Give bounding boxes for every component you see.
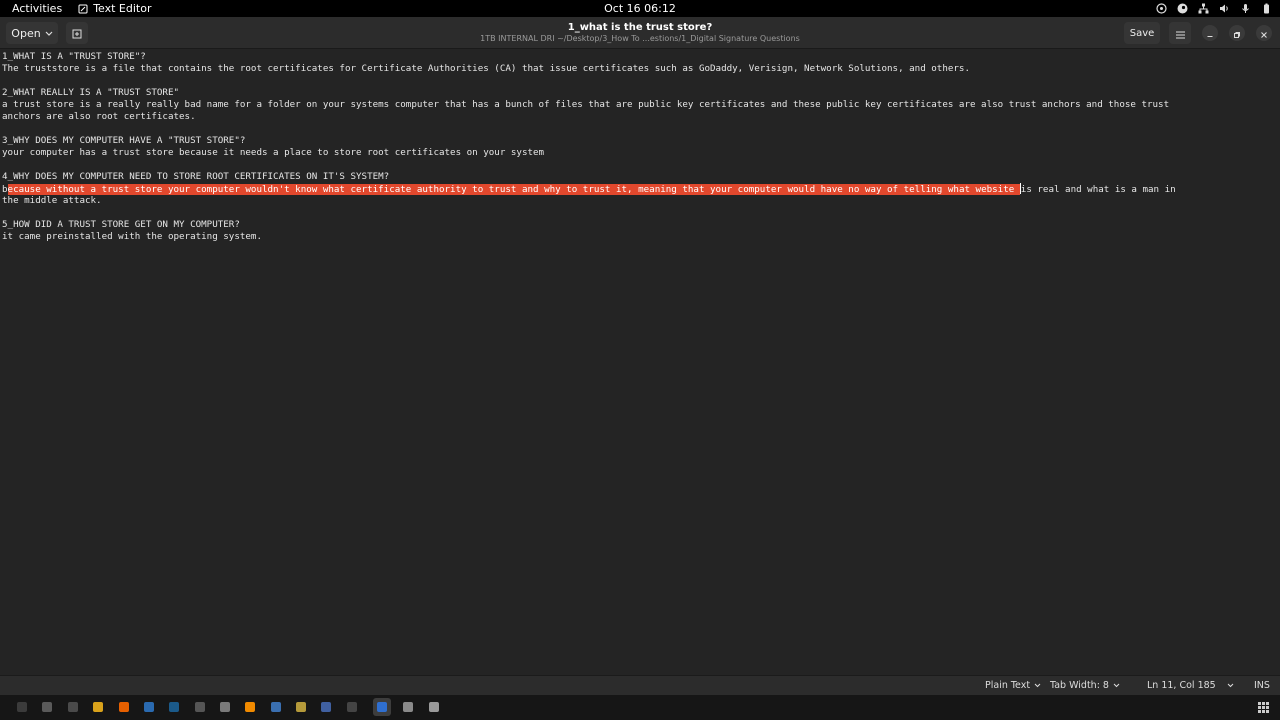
text-selection[interactable]: ecause without a trust store your comput… (7, 184, 1020, 195)
text-editor-icon (78, 4, 88, 14)
dock-terminal-icon[interactable] (16, 701, 28, 713)
maximize-button[interactable] (1229, 25, 1245, 41)
close-button[interactable] (1256, 25, 1272, 41)
vlc-icon (245, 702, 255, 712)
chevron-down-icon (1113, 680, 1120, 691)
text-line[interactable]: your computer has a trust store because … (2, 147, 544, 159)
chrome-icon (93, 702, 103, 712)
app-spiral-icon (220, 702, 230, 712)
dock-chrome-icon[interactable] (92, 701, 104, 713)
app-blue-icon (144, 702, 154, 712)
steam-tray-icon[interactable] (1177, 3, 1188, 14)
position-menu-button[interactable] (1227, 680, 1234, 691)
minimize-button[interactable] (1202, 25, 1218, 41)
open-button[interactable]: Open (6, 22, 58, 44)
dock-app-gear-icon[interactable] (295, 701, 307, 713)
app-dark-icon (195, 702, 205, 712)
document-path: 1TB INTERNAL DRI ~/Desktop/3_How To ...e… (480, 34, 800, 43)
header-bar: Open 1_what is the trust store? 1TB INTE… (0, 17, 1280, 49)
system-tray (1156, 0, 1272, 17)
tab-width-label: Tab Width: 8 (1050, 680, 1109, 691)
restore-icon (1233, 24, 1241, 43)
title-area: 1_what is the trust store? 1TB INTERNAL … (300, 22, 980, 44)
hamburger-icon (1175, 24, 1185, 43)
dock-app-dark-icon[interactable] (194, 701, 206, 713)
dock-document2-icon[interactable] (428, 701, 440, 713)
dock-document-icon[interactable] (402, 701, 414, 713)
activities-button[interactable]: Activities (0, 2, 74, 15)
chevron-down-icon (1227, 680, 1234, 691)
cursor-position[interactable]: Ln 11, Col 185 (1147, 680, 1216, 691)
text-line[interactable]: 3_WHY DOES MY COMPUTER HAVE A "TRUST STO… (2, 135, 245, 147)
network-icon[interactable] (1198, 3, 1209, 14)
text-line[interactable]: it came preinstalled with the operating … (2, 231, 262, 243)
language-selector[interactable]: Plain Text (985, 680, 1041, 691)
dock-app-circle-icon[interactable] (320, 701, 332, 713)
document-title: 1_what is the trust store? (567, 22, 713, 33)
minimize-icon (1206, 24, 1214, 43)
text-line[interactable]: 1_WHAT IS A "TRUST STORE"? (2, 51, 146, 63)
new-tab-icon (72, 24, 82, 43)
insert-mode[interactable]: INS (1254, 680, 1270, 691)
text-line[interactable]: anchors are also root certificates. (2, 111, 196, 123)
dock-app-terminal2-icon[interactable] (346, 701, 358, 713)
language-label: Plain Text (985, 680, 1031, 691)
text-line[interactable]: 2_WHAT REALLY IS A "TRUST STORE" (2, 87, 179, 99)
document-icon (403, 702, 413, 712)
app-gear-icon (296, 702, 306, 712)
app-terminal2-icon (347, 702, 357, 712)
battery-icon[interactable] (1261, 3, 1272, 14)
text-line[interactable]: the middle attack. (2, 195, 102, 207)
dock-app-bluebird-icon[interactable] (270, 701, 282, 713)
unselected-text-after: is real and what is a man in (1020, 184, 1176, 195)
tab-width-selector[interactable]: Tab Width: 8 (1050, 680, 1120, 691)
clock-container: Oct 16 06:12 (0, 2, 1280, 15)
chevron-down-icon (45, 27, 53, 40)
app-bluebird-icon (271, 702, 281, 712)
dock-text-editor-icon[interactable] (373, 698, 391, 716)
clock[interactable]: Oct 16 06:12 (604, 2, 676, 15)
microphone-icon[interactable] (1240, 3, 1251, 14)
files-icon (68, 702, 78, 712)
dock-files-alt-icon[interactable] (41, 701, 53, 713)
dock-app-blue-icon[interactable] (143, 701, 155, 713)
steam-icon (169, 702, 179, 712)
app-menu[interactable]: Text Editor (74, 2, 159, 15)
text-line[interactable]: a trust store is a really really bad nam… (2, 99, 1169, 111)
open-label: Open (11, 26, 41, 40)
dock (0, 695, 1280, 720)
app-name: Text Editor (93, 2, 152, 15)
ubuntu-icon[interactable] (1156, 3, 1167, 14)
app-circle-icon (321, 702, 331, 712)
text-editor-icon (377, 702, 387, 712)
save-button[interactable]: Save (1124, 22, 1160, 44)
volume-icon[interactable] (1219, 3, 1230, 14)
text-line[interactable]: 5_HOW DID A TRUST STORE GET ON MY COMPUT… (2, 219, 240, 231)
text-editor-area[interactable]: 1_WHAT IS A "TRUST STORE"? The truststor… (0, 49, 1280, 675)
terminal-icon (17, 702, 27, 712)
dock-steam-icon[interactable] (168, 701, 180, 713)
dock-app-spiral-icon[interactable] (219, 701, 231, 713)
main-menu-button[interactable] (1169, 22, 1191, 44)
show-apps-icon[interactable] (1258, 702, 1269, 713)
firefox-icon (119, 702, 129, 712)
text-line[interactable]: 4_WHY DOES MY COMPUTER NEED TO STORE ROO… (2, 171, 389, 183)
selected-text-line[interactable]: because without a trust store your compu… (2, 183, 1176, 195)
new-tab-button[interactable] (66, 22, 88, 44)
text-line[interactable]: The truststore is a file that contains t… (2, 63, 970, 75)
files-alt-icon (42, 702, 52, 712)
chevron-down-icon (1034, 680, 1041, 691)
document2-icon (429, 702, 439, 712)
close-icon (1260, 24, 1268, 43)
dock-vlc-icon[interactable] (244, 701, 256, 713)
unselected-text-before: b (2, 184, 8, 195)
top-bar: Activities Text Editor Oct 16 06:12 (0, 0, 1280, 17)
dock-files-icon[interactable] (67, 701, 79, 713)
cursor-position-label: Ln 11, Col 185 (1147, 680, 1216, 691)
dock-firefox-icon[interactable] (118, 701, 130, 713)
status-bar: Plain Text Tab Width: 8 Ln 11, Col 185 I… (0, 675, 1280, 695)
